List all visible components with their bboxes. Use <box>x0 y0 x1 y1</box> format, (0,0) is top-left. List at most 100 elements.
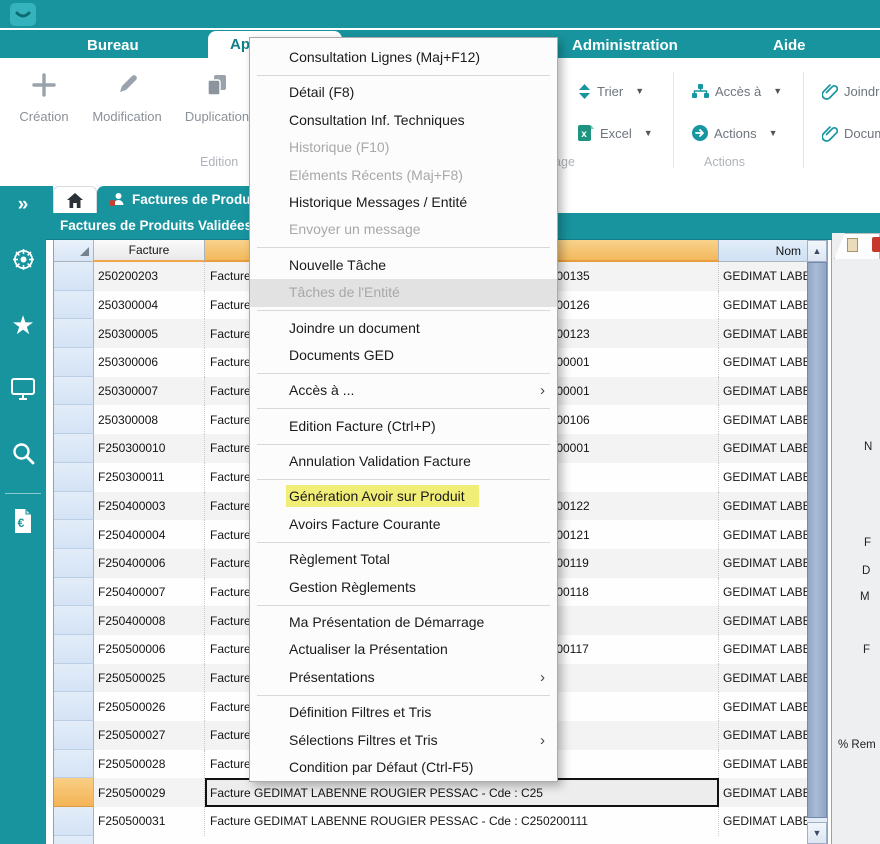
duplication-button[interactable]: Duplication <box>178 72 256 124</box>
cell-facture[interactable]: F250300011 <box>94 463 205 492</box>
context-menu-item[interactable]: Annulation Validation Facture <box>250 448 557 475</box>
creation-button[interactable]: Création <box>5 72 83 124</box>
cell-nom[interactable]: GEDIMAT LABENNE <box>719 635 807 664</box>
row-selector[interactable] <box>54 291 94 320</box>
context-menu-item[interactable]: Détail (F8) <box>250 79 557 106</box>
cell-facture[interactable]: F250400008 <box>94 606 205 635</box>
cell-facture[interactable]: F250500029 <box>94 778 205 807</box>
row-selector[interactable] <box>54 405 94 434</box>
context-menu-item[interactable]: Présentations› <box>250 664 557 691</box>
cell-facture[interactable]: F250400007 <box>94 578 205 607</box>
invoice-euro-icon[interactable]: € <box>0 508 46 539</box>
row-selector[interactable] <box>54 520 94 549</box>
context-menu-item[interactable]: Accès à ...› <box>250 377 557 404</box>
cell-nom[interactable]: GEDIMAT LABENNE <box>719 807 807 836</box>
context-menu-item[interactable]: Définition Filtres et Tris <box>250 699 557 726</box>
cell-facture[interactable]: F250400003 <box>94 492 205 521</box>
row-selector[interactable] <box>54 606 94 635</box>
excel-button[interactable]: x Excel▼ <box>578 123 653 143</box>
cell-facture[interactable]: F250500006 <box>94 635 205 664</box>
context-menu-item[interactable]: Sélections Filtres et Tris› <box>250 727 557 754</box>
cell-facture[interactable]: F250500031 <box>94 807 205 836</box>
context-menu-item[interactable]: Nouvelle Tâche <box>250 252 557 279</box>
vertical-scrollbar[interactable]: ▲ ▼ <box>807 240 827 844</box>
context-menu-item[interactable]: Consultation Inf. Techniques <box>250 107 557 134</box>
row-selector[interactable] <box>54 721 94 750</box>
app-logo-button[interactable] <box>10 3 36 26</box>
row-selector[interactable] <box>54 377 94 406</box>
cell-nom[interactable]: GEDIMAT LABENNE <box>719 692 807 721</box>
cell-libelle-current[interactable]: Facture GEDIMAT LABENNE ROUGIER PESSAC -… <box>205 778 719 807</box>
row-selector[interactable] <box>54 492 94 521</box>
context-menu-item[interactable]: Gestion Règlements <box>250 574 557 601</box>
cell-facture[interactable]: 250200203 <box>94 262 205 291</box>
cell-facture[interactable]: 250300004 <box>94 291 205 320</box>
row-selector[interactable] <box>54 692 94 721</box>
cell-nom[interactable]: GEDIMAT LABENNE <box>719 348 807 377</box>
cell-nom[interactable]: GEDIMAT LABENNE <box>719 434 807 463</box>
row-selector[interactable] <box>54 262 94 291</box>
cell-facture[interactable]: F250500026 <box>94 692 205 721</box>
joindre-button[interactable]: Joindre <box>822 81 880 101</box>
home-tab[interactable] <box>53 186 97 213</box>
column-header-facture[interactable]: Facture <box>94 240 205 262</box>
cell-nom[interactable]: GEDIMAT LABENNE <box>719 291 807 320</box>
row-selector[interactable] <box>54 463 94 492</box>
cell-nom[interactable]: GEDIMAT LABENNE <box>719 750 807 779</box>
cell-nom[interactable]: GEDIMAT LABENNE <box>719 606 807 635</box>
actions-button[interactable]: Actions▼ <box>692 123 778 143</box>
menu-tab-administration[interactable]: Administration <box>572 37 678 54</box>
star-icon[interactable]: ★ <box>0 312 46 338</box>
context-menu-item[interactable]: Consultation Lignes (Maj+F12) <box>250 44 557 71</box>
acces-a-button[interactable]: Accès à▼ <box>692 81 782 101</box>
select-all-corner[interactable] <box>54 240 94 262</box>
row-selector-selected[interactable] <box>54 778 94 807</box>
context-menu-item[interactable]: Actualiser la Présentation <box>250 636 557 663</box>
cell-facture[interactable]: F250500028 <box>94 750 205 779</box>
cell-nom[interactable]: GEDIMAT LABENNE <box>719 405 807 434</box>
cell-nom[interactable]: GEDIMAT LABENNE <box>719 463 807 492</box>
context-menu-item[interactable]: Historique Messages / Entité <box>250 189 557 216</box>
context-menu-item[interactable]: Ma Présentation de Démarrage <box>250 609 557 636</box>
cell-facture[interactable]: 250300007 <box>94 377 205 406</box>
row-selector[interactable] <box>54 348 94 377</box>
wheel-icon[interactable] <box>0 248 46 276</box>
scroll-up-button[interactable]: ▲ <box>807 240 827 262</box>
row-selector[interactable] <box>54 750 94 779</box>
context-menu-item[interactable]: Condition par Défaut (Ctrl-F5) <box>250 754 557 781</box>
cell-nom[interactable]: GEDIMAT LABENNE <box>719 778 807 807</box>
modification-button[interactable]: Modification <box>88 72 166 124</box>
cell-facture[interactable]: 250300005 <box>94 319 205 348</box>
cell-nom[interactable]: GEDIMAT LABENNE <box>719 262 807 291</box>
context-menu-item[interactable]: Documents GED <box>250 342 557 369</box>
cell-facture[interactable]: F250400006 <box>94 549 205 578</box>
trier-button[interactable]: Trier▼ <box>578 81 644 101</box>
cell-facture[interactable]: 250300006 <box>94 348 205 377</box>
cell-facture[interactable]: F250500025 <box>94 664 205 693</box>
monitor-icon[interactable] <box>0 378 46 405</box>
cell-nom[interactable]: GEDIMAT LABENNE <box>719 319 807 348</box>
row-selector[interactable] <box>54 319 94 348</box>
table-row[interactable]: F250500031Facture GEDIMAT LABENNE ROUGIE… <box>54 807 807 836</box>
cell-nom[interactable]: GEDIMAT LABENNE <box>719 492 807 521</box>
context-menu-item[interactable]: Règlement Total <box>250 546 557 573</box>
menu-tab-aide[interactable]: Aide <box>773 37 806 54</box>
cell-libelle[interactable]: Facture GEDIMAT LABENNE ROUGIER PESSAC -… <box>205 807 719 836</box>
search-icon[interactable] <box>0 442 46 470</box>
row-selector[interactable] <box>54 807 94 836</box>
cell-nom[interactable]: GEDIMAT LABENNE <box>719 377 807 406</box>
cell-facture[interactable]: 250300008 <box>94 405 205 434</box>
cell-nom[interactable]: GEDIMAT LABENNE <box>719 664 807 693</box>
scrollbar-thumb[interactable] <box>807 262 827 818</box>
row-selector[interactable] <box>54 549 94 578</box>
expand-chevron-icon[interactable]: » <box>0 194 46 216</box>
table-row[interactable]: F250500029Facture GEDIMAT LABENNE ROUGIE… <box>54 778 807 807</box>
context-menu-item[interactable]: Edition Facture (Ctrl+P) <box>250 413 557 440</box>
scroll-down-button[interactable]: ▼ <box>807 822 827 844</box>
cell-nom[interactable]: GEDIMAT LABENNE <box>719 549 807 578</box>
row-selector[interactable] <box>54 434 94 463</box>
column-header-nom[interactable]: Nom <box>719 240 807 262</box>
cell-nom[interactable]: GEDIMAT LABENNE <box>719 578 807 607</box>
row-selector[interactable] <box>54 664 94 693</box>
context-menu-item[interactable]: Joindre un document <box>250 315 557 342</box>
